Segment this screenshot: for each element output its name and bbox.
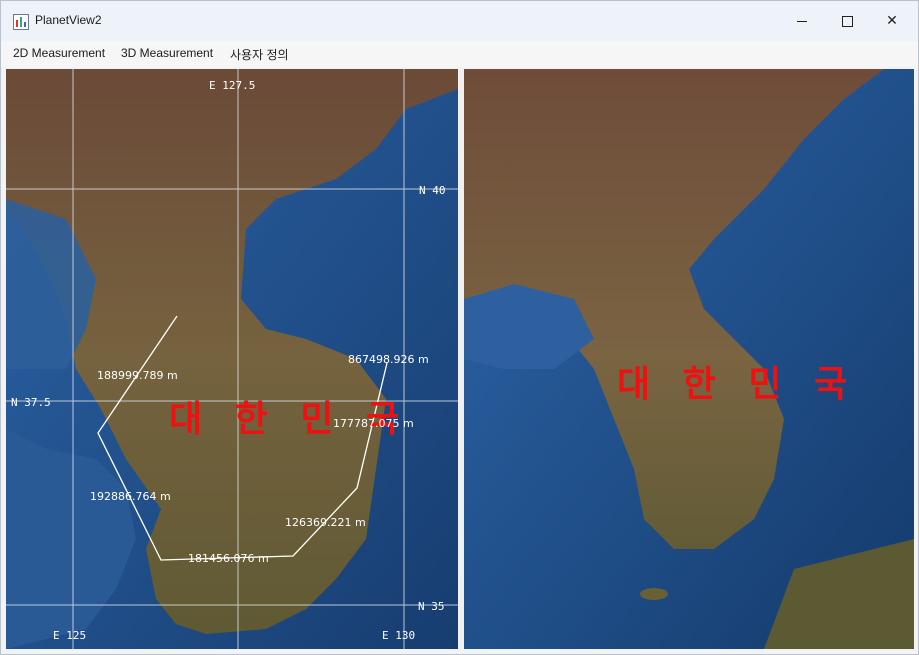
distance-label-5: 177787.075 m	[333, 417, 414, 430]
title-bar[interactable]: PlanetView2 ✕	[1, 1, 918, 41]
distance-label-total: 867498.926 m	[348, 353, 429, 366]
distance-label-4: 126369.221 m	[285, 516, 366, 529]
minimize-button[interactable]	[779, 1, 825, 41]
coord-label-n375: N 37.5	[11, 396, 51, 409]
menu-2d-measurement[interactable]: 2D Measurement	[13, 46, 105, 60]
menu-3d-measurement[interactable]: 3D Measurement	[121, 46, 213, 60]
coord-label-n40: N 40	[419, 184, 446, 197]
window-title: PlanetView2	[35, 13, 102, 27]
map-view-2d[interactable]: E 127.5 N 40 N 37.5 N 35 E 125 E 130 대 한…	[6, 69, 458, 649]
close-icon: ✕	[886, 13, 898, 29]
map-view-3d[interactable]: 대 한 민 국	[464, 69, 914, 649]
coord-label-e1275: E 127.5	[209, 79, 255, 92]
region-label-korea: 대 한 민 국	[617, 364, 857, 405]
distance-label-3: 181456.076 m	[188, 552, 269, 565]
maximize-icon	[841, 15, 853, 27]
close-button[interactable]: ✕	[869, 1, 915, 41]
coord-label-e130: E 130	[382, 629, 415, 642]
app-icon	[13, 14, 29, 30]
coord-label-n35: N 35	[418, 600, 445, 613]
jeju-island	[640, 588, 668, 600]
menu-custom[interactable]: 사용자 정의	[230, 46, 289, 63]
distance-label-2: 192886.764 m	[90, 490, 171, 503]
coord-label-e125: E 125	[53, 629, 86, 642]
menu-bar: 2D Measurement 3D Measurement 사용자 정의	[1, 41, 918, 67]
app-window: PlanetView2 ✕ 2D Measurement 3D Measurem…	[0, 0, 919, 655]
maximize-button[interactable]	[824, 1, 870, 41]
minimize-icon	[797, 20, 807, 22]
distance-label-1: 188999.789 m	[97, 369, 178, 382]
